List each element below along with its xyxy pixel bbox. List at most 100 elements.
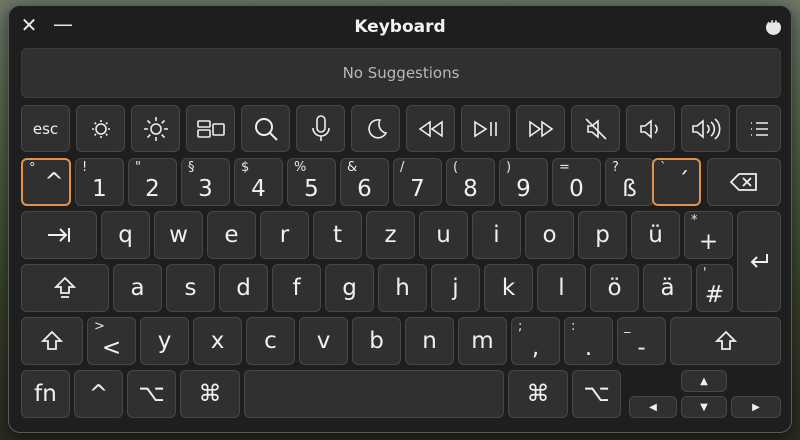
key-w[interactable]: w — [154, 211, 203, 259]
key-v[interactable]: v — [299, 317, 348, 365]
key-j[interactable]: j — [431, 264, 480, 312]
space-bar[interactable] — [244, 370, 504, 418]
brightness-down-key[interactable] — [76, 105, 125, 152]
key-label: u — [436, 222, 451, 248]
key-i[interactable]: i — [472, 211, 521, 259]
key-8[interactable]: ( 8 — [446, 158, 495, 206]
key-label: i — [493, 222, 500, 248]
key-plus[interactable]: * + — [684, 211, 733, 259]
key-k[interactable]: k — [484, 264, 533, 312]
key-9[interactable]: ) 9 — [499, 158, 548, 206]
key-u-umlaut[interactable]: ü — [631, 211, 680, 259]
search-key[interactable] — [241, 105, 290, 152]
key-o[interactable]: o — [525, 211, 574, 259]
key-0[interactable]: = 0 — [552, 158, 601, 206]
key-t[interactable]: t — [313, 211, 362, 259]
key-label: r — [279, 222, 290, 248]
right-option-key[interactable]: ⌥ — [572, 370, 621, 418]
mute-key[interactable] — [571, 105, 620, 152]
key-4[interactable]: $ 4 — [234, 158, 283, 206]
key-label: ß — [622, 176, 637, 202]
volume-down-key[interactable] — [626, 105, 675, 152]
key-e[interactable]: e — [207, 211, 256, 259]
key-g[interactable]: g — [325, 264, 374, 312]
key-label: fn — [34, 381, 57, 407]
focus-key[interactable] — [351, 105, 400, 152]
left-shift-key[interactable] — [21, 317, 83, 365]
return-key[interactable] — [737, 211, 781, 312]
key-shift-label: * — [691, 213, 698, 228]
key-z[interactable]: z — [366, 211, 415, 259]
key-a[interactable]: a — [113, 264, 162, 312]
key-q[interactable]: q — [101, 211, 150, 259]
key-o-umlaut[interactable]: ö — [590, 264, 639, 312]
key-5[interactable]: % 5 — [287, 158, 336, 206]
list-key[interactable] — [736, 105, 781, 152]
key-shift-label: ; — [518, 319, 523, 334]
more-options-icon[interactable] — [766, 15, 781, 35]
fast-forward-key[interactable] — [516, 105, 565, 152]
key-m[interactable]: m — [458, 317, 507, 365]
key-minus[interactable]: _ - — [617, 317, 666, 365]
key-y[interactable]: y — [140, 317, 189, 365]
key-hash[interactable]: ' # — [696, 264, 733, 312]
left-command-key[interactable]: ⌘ — [180, 370, 240, 418]
acute-accent-key[interactable]: ` ´ — [652, 158, 701, 206]
play-pause-key[interactable] — [461, 105, 510, 152]
key-s[interactable]: s — [166, 264, 215, 312]
key-l[interactable]: l — [537, 264, 586, 312]
left-option-key[interactable]: ⌥ — [127, 370, 176, 418]
key-a-umlaut[interactable]: ä — [643, 264, 692, 312]
command-icon: ⌘ — [198, 381, 222, 407]
key-h[interactable]: h — [378, 264, 427, 312]
arrow-up-key[interactable]: ▲ — [681, 370, 727, 392]
key-less-than[interactable]: > < — [87, 317, 136, 365]
caps-lock-key[interactable] — [21, 264, 109, 312]
brightness-down-icon — [88, 116, 114, 142]
key-r[interactable]: r — [260, 211, 309, 259]
key-x[interactable]: x — [193, 317, 242, 365]
delete-key[interactable] — [707, 158, 781, 206]
right-shift-key[interactable] — [670, 317, 781, 365]
key-label: y — [157, 328, 172, 354]
arrow-right-icon: ▶ — [752, 401, 760, 413]
key-7[interactable]: / 7 — [393, 158, 442, 206]
suggestions-bar: No Suggestions — [21, 48, 781, 98]
key-u[interactable]: u — [419, 211, 468, 259]
key-period[interactable]: : . — [564, 317, 613, 365]
right-command-key[interactable]: ⌘ — [508, 370, 568, 418]
key-b[interactable]: b — [352, 317, 401, 365]
tab-icon — [44, 225, 74, 245]
volume-up-key[interactable] — [681, 105, 730, 152]
key-d[interactable]: d — [219, 264, 268, 312]
key-n[interactable]: n — [405, 317, 454, 365]
rewind-key[interactable] — [406, 105, 455, 152]
key-eszett[interactable]: ? ß — [605, 158, 654, 206]
key-c[interactable]: c — [246, 317, 295, 365]
caret-key[interactable]: ° ^ — [21, 158, 71, 206]
control-key[interactable]: ^ — [74, 370, 123, 418]
key-label: j — [452, 275, 459, 301]
key-6[interactable]: & 6 — [340, 158, 389, 206]
esc-key[interactable]: esc — [21, 105, 70, 152]
brightness-up-key[interactable] — [131, 105, 180, 152]
key-label: ´ — [677, 169, 690, 195]
key-comma[interactable]: ; , — [511, 317, 560, 365]
key-label: n — [422, 328, 437, 354]
key-f[interactable]: f — [272, 264, 321, 312]
tab-key[interactable] — [21, 211, 97, 259]
key-3[interactable]: § 3 — [181, 158, 230, 206]
key-p[interactable]: p — [578, 211, 627, 259]
key-label: d — [236, 275, 251, 301]
mission-control-key[interactable] — [186, 105, 235, 152]
arrow-down-key[interactable]: ▼ — [681, 396, 727, 418]
arrow-right-key[interactable]: ▶ — [731, 396, 781, 418]
key-label: v — [316, 328, 331, 354]
arrow-left-key[interactable]: ◀ — [629, 396, 677, 418]
dictation-key[interactable] — [296, 105, 345, 152]
option-icon: ⌥ — [138, 381, 165, 407]
key-2[interactable]: " 2 — [128, 158, 177, 206]
key-label: 6 — [357, 176, 372, 202]
key-1[interactable]: ! 1 — [75, 158, 124, 206]
fn-key[interactable]: fn — [21, 370, 70, 418]
